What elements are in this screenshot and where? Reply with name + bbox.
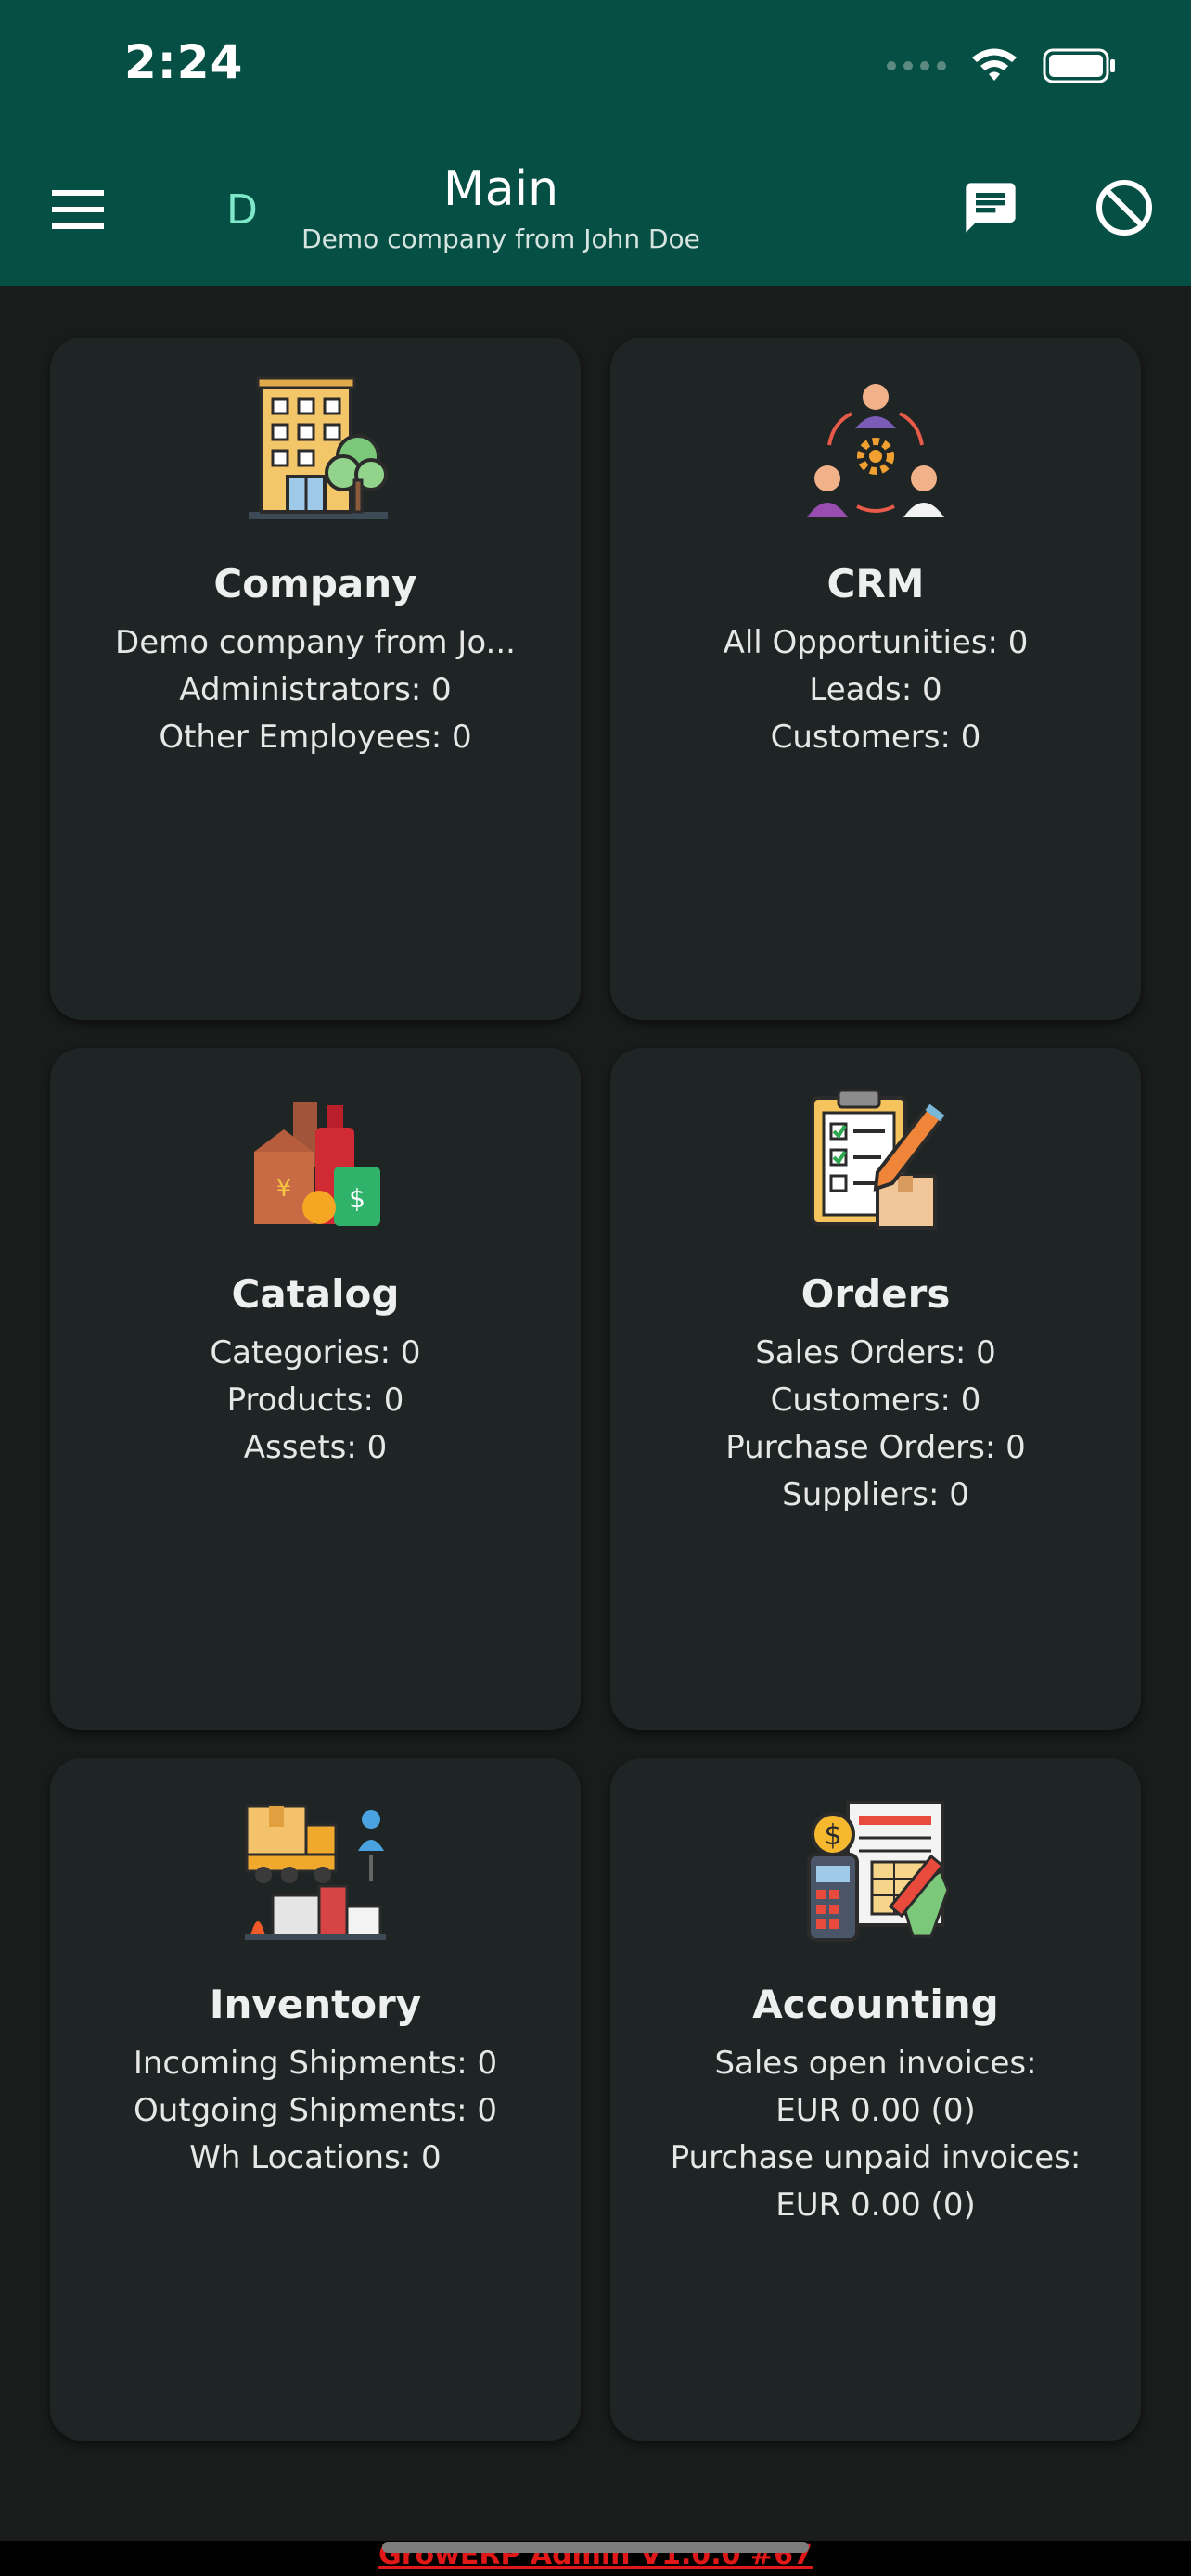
sales-orders-count: Sales Orders: 0 — [755, 1334, 996, 1371]
card-title: CRM — [826, 561, 925, 606]
purchase-unpaid-invoices-value: EUR 0.00 (0) — [775, 2187, 976, 2224]
status-icons — [887, 43, 1117, 89]
assets-count: Assets: 0 — [243, 1429, 388, 1466]
dashboard-card-crm[interactable]: CRM All Opportunities: 0 Leads: 0 Custom… — [610, 338, 1141, 1020]
card-title: Company — [213, 561, 417, 606]
inventory-truck-icon — [245, 1804, 386, 1940]
suppliers-count: Suppliers: 0 — [782, 1476, 969, 1513]
chat-icon — [966, 183, 1016, 233]
svg-text:¥: ¥ — [276, 1175, 292, 1203]
company-name-line: Demo company from Jo... — [115, 624, 516, 661]
card-title: Inventory — [209, 1982, 422, 2027]
dashboard-card-inventory[interactable]: Inventory Incoming Shipments: 0 Outgoing… — [50, 1758, 581, 2441]
dashboard-card-catalog[interactable]: ¥ $ Catalog Categories: 0 Products: 0 As… — [50, 1048, 581, 1730]
warehouse-locations-count: Wh Locations: 0 — [189, 2139, 442, 2176]
menu-icon — [52, 190, 104, 229]
products-count: Products: 0 — [226, 1382, 404, 1419]
block-icon — [1096, 180, 1152, 236]
company-avatar[interactable]: D — [219, 184, 265, 236]
wifi-icon — [972, 48, 1017, 81]
company-building-icon — [249, 376, 388, 519]
battery-icon — [1043, 48, 1115, 83]
categories-count: Categories: 0 — [210, 1334, 421, 1371]
menu-button[interactable] — [43, 174, 113, 245]
card-title: Orders — [800, 1271, 951, 1317]
leads-count: Leads: 0 — [809, 671, 942, 708]
purchase-orders-count: Purchase Orders: 0 — [725, 1429, 1026, 1466]
outgoing-shipments-count: Outgoing Shipments: 0 — [133, 2092, 498, 2129]
sales-open-invoices-value: EUR 0.00 (0) — [775, 2092, 976, 2129]
incoming-shipments-count: Incoming Shipments: 0 — [133, 2045, 498, 2082]
dashboard-card-orders[interactable]: Orders Sales Orders: 0 Customers: 0 Purc… — [610, 1048, 1141, 1730]
sales-open-invoices-label: Sales open invoices: — [714, 2045, 1037, 2082]
dashboard-card-company[interactable]: Company Demo company from Jo... Administ… — [50, 338, 581, 1020]
card-title: Catalog — [231, 1271, 400, 1317]
employees-count: Other Employees: 0 — [159, 719, 472, 756]
page-subtitle: Demo company from John Doe — [301, 223, 700, 254]
card-title: Accounting — [752, 1982, 999, 2027]
catalog-products-icon: ¥ $ — [254, 1102, 380, 1226]
customers-count: Customers: 0 — [770, 719, 981, 756]
svg-text:$: $ — [824, 1819, 841, 1852]
cellular-dots-icon — [887, 61, 946, 70]
administrators-count: Administrators: 0 — [179, 671, 452, 708]
title-block: Main Demo company from John Doe — [278, 158, 724, 258]
customers-count: Customers: 0 — [770, 1382, 981, 1419]
accounting-invoice-icon: $ — [807, 1801, 950, 1942]
orders-clipboard-icon — [811, 1089, 945, 1230]
page-title: Main — [442, 161, 559, 217]
app-screen: 2:24 D Main Demo company from John Doe C… — [0, 0, 1191, 2576]
purchase-unpaid-invoices-label: Purchase unpaid invoices: — [670, 2139, 1082, 2176]
logout-button[interactable] — [1089, 172, 1159, 243]
app-header: 2:24 D Main Demo company from John Doe — [0, 0, 1191, 286]
opportunities-count: All Opportunities: 0 — [723, 624, 1029, 661]
dashboard-card-accounting[interactable]: $ Accounting Sales open invoices: EUR 0.… — [610, 1758, 1141, 2441]
crm-people-icon — [807, 384, 944, 517]
svg-text:$: $ — [349, 1183, 365, 1214]
chat-button[interactable] — [955, 172, 1026, 243]
home-indicator[interactable] — [382, 2542, 809, 2553]
status-time: 2:24 — [124, 35, 244, 89]
